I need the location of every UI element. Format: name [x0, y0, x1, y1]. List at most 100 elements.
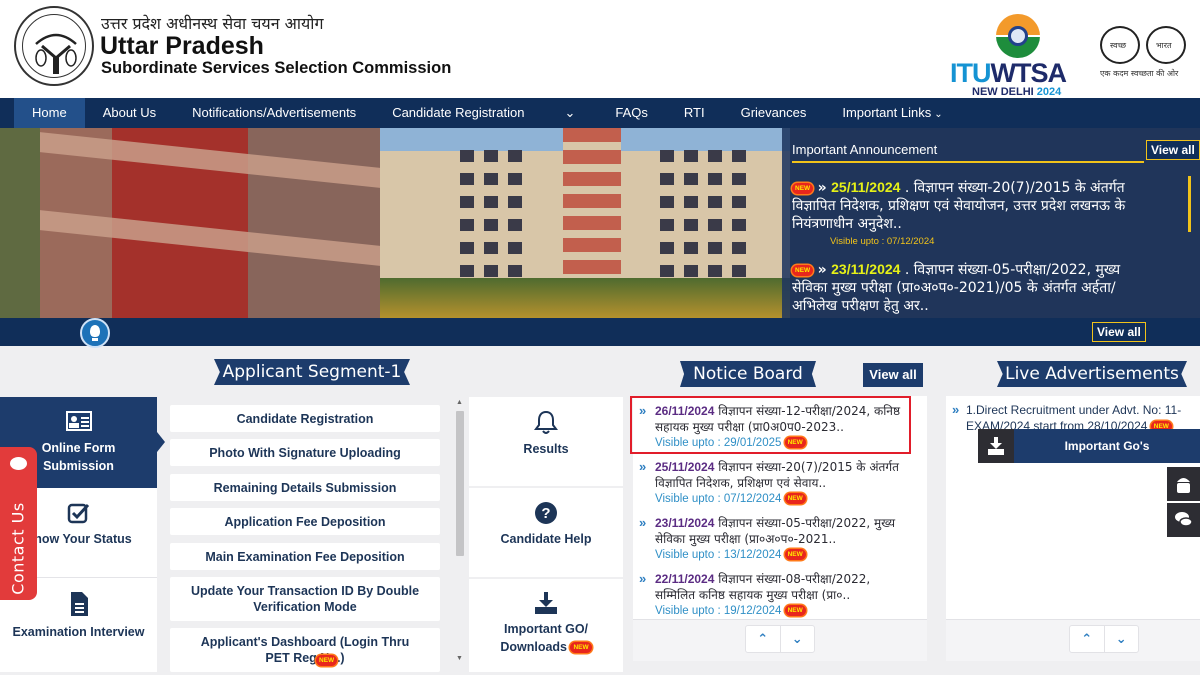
itu-city-year: NEW DELHI 2024	[972, 86, 1062, 98]
scroll-down-chevron-icon[interactable]: ⌄	[779, 626, 815, 652]
notice-line: » 22/11/2024 विज्ञापन संख्या-08-परीक्षा/2…	[639, 571, 909, 603]
new-badge-icon: NEW	[784, 549, 806, 561]
double-chevron-icon: »	[952, 402, 960, 417]
nav-important-links[interactable]: Important Links ⌄	[824, 98, 960, 128]
link-main-exam-fee[interactable]: Main Examination Fee Deposition	[170, 543, 440, 570]
scroll-down-chevron-icon[interactable]: ⌄	[1103, 626, 1139, 652]
up-government-emblem[interactable]	[14, 6, 94, 86]
building-window	[684, 265, 698, 277]
org-name: Uttar Pradesh	[100, 32, 264, 60]
svg-text:?: ?	[541, 505, 550, 522]
building-window	[484, 150, 498, 162]
link-candidate-registration[interactable]: Candidate Registration	[170, 405, 440, 432]
building-window	[460, 196, 474, 208]
building-window	[660, 242, 674, 254]
nav-rti[interactable]: RTI	[666, 98, 723, 128]
contact-us-tab[interactable]: Contact Us	[0, 447, 37, 600]
android-app-icon[interactable]	[1167, 467, 1200, 501]
building-window	[484, 219, 498, 231]
building-window	[684, 219, 698, 231]
tile-candidate-help[interactable]: ? Candidate Help	[469, 488, 623, 577]
announcement-line: NEW » 23/11/2024 . विज्ञापन संख्या-05-पर…	[792, 260, 1142, 315]
org-subtitle: Subordinate Services Selection Commissio…	[101, 59, 452, 77]
link-remaining-details[interactable]: Remaining Details Submission	[170, 474, 440, 501]
tile-label: Important GO/ Downloads NEW	[469, 620, 623, 656]
strip-view-all-button[interactable]: View all	[1092, 322, 1146, 342]
notice-line: » 23/11/2024 विज्ञापन संख्या-05-परीक्षा/2…	[639, 515, 909, 547]
link-applicant-dashboard[interactable]: Applicant's Dashboard (Login Thru PET Re…	[170, 628, 440, 672]
building-window	[460, 173, 474, 185]
notice-item[interactable]: » 22/11/2024 विज्ञापन संख्या-08-परीक्षा/2…	[639, 571, 909, 617]
download-icon	[978, 429, 1014, 463]
chevron-down-icon: ⌄	[934, 109, 943, 120]
building-window	[460, 219, 474, 231]
scroll-up-arrow-icon[interactable]: ▲	[456, 399, 463, 406]
nav-home[interactable]: Home	[14, 98, 85, 128]
new-badge-icon: NEW	[784, 493, 806, 505]
chat-icon[interactable]	[1167, 503, 1200, 537]
link-application-fee[interactable]: Application Fee Deposition	[170, 508, 440, 535]
links-scrollbar[interactable]: ▲ ▼	[454, 397, 466, 667]
notice-visible-upto: Visible upto : 19/12/2024 NEW	[655, 605, 909, 617]
nav-candidate-registration[interactable]: Candidate Registration	[374, 98, 542, 128]
building-band	[40, 132, 380, 188]
announcement-line: NEW » 25/11/2024 . विज्ञापन संख्या-20(7)…	[792, 178, 1142, 233]
notice-board-view-all-button[interactable]: View all	[863, 363, 923, 387]
announcement-title: Important Announcement	[792, 142, 938, 157]
tile-label: Results	[523, 442, 569, 456]
building-window	[660, 219, 674, 231]
link-photo-signature-upload[interactable]: Photo With Signature Uploading	[170, 439, 440, 466]
announcement-item[interactable]: NEW » 23/11/2024 . विज्ञापन संख्या-05-पर…	[792, 260, 1142, 315]
scroll-up-chevron-icon[interactable]: ⌃	[746, 626, 780, 652]
nav-more-chevron-down-icon[interactable]: ⌄	[542, 98, 597, 128]
nav-faqs[interactable]: FAQs	[597, 98, 666, 128]
nav-notifications[interactable]: Notifications/Advertisements	[174, 98, 374, 128]
announcement-date: 25/11/2024	[831, 179, 901, 195]
tile-results[interactable]: Results	[469, 397, 623, 486]
building-window	[732, 219, 746, 231]
bell-icon	[534, 410, 558, 434]
building-window	[508, 173, 522, 185]
scroll-up-chevron-icon[interactable]: ⌃	[1070, 626, 1104, 652]
link-update-transaction-id[interactable]: Update Your Transaction ID By Double Ver…	[170, 577, 440, 621]
itu-wtsa-logo[interactable]: ITUWTSA NEW DELHI 2024	[950, 12, 1086, 98]
quick-tiles: Results ? Candidate Help Important GO/ D…	[469, 397, 623, 672]
announcement-visible-upto: Visible upto : 07/12/2024	[830, 236, 935, 247]
building-window	[732, 150, 746, 162]
building-window	[708, 150, 722, 162]
notice-item[interactable]: » 23/11/2024 विज्ञापन संख्या-05-परीक्षा/2…	[639, 515, 909, 561]
building-window	[484, 173, 498, 185]
hero-image-red-building	[0, 128, 400, 318]
notice-date: 23/11/2024	[655, 516, 715, 530]
notice-board-title: Notice Board	[680, 361, 816, 387]
tile-important-go-downloads[interactable]: Important GO/ Downloads NEW	[469, 579, 623, 672]
scroll-down-arrow-icon[interactable]: ▼	[456, 655, 463, 662]
ashoka-chakra-icon	[1008, 26, 1028, 46]
announcement-view-all-button[interactable]: View all	[1146, 140, 1200, 160]
download-icon	[535, 592, 557, 614]
swachh-tagline: एक कदम स्वच्छता की ओर	[1100, 69, 1179, 78]
scrollbar-thumb[interactable]	[456, 411, 464, 556]
main-navbar: Home About Us Notifications/Advertisemen…	[0, 98, 1200, 128]
notice-item[interactable]: » 25/11/2024 विज्ञापन संख्या-20(7)/2015 क…	[639, 459, 909, 505]
building-window	[508, 242, 522, 254]
notice-line: » 25/11/2024 विज्ञापन संख्या-20(7)/2015 क…	[639, 459, 909, 491]
chat-bubble-icon	[10, 457, 27, 470]
nav-grievances[interactable]: Grievances	[723, 98, 825, 128]
swachh-bharat-logo[interactable]: स्वच्छ भारत एक कदम स्वच्छता की ओर	[1098, 16, 1200, 86]
building-window	[708, 173, 722, 185]
building-window	[508, 219, 522, 231]
important-announcement-panel: Important Announcement View all NEW » 25…	[782, 128, 1200, 318]
building-window	[460, 150, 474, 162]
notice-date: 25/11/2024	[655, 460, 715, 474]
announcement-item[interactable]: NEW » 25/11/2024 . विज्ञापन संख्या-20(7)…	[792, 178, 1142, 247]
nav-about-us[interactable]: About Us	[85, 98, 174, 128]
building-window	[460, 242, 474, 254]
announcement-scrollbar[interactable]	[1188, 176, 1191, 232]
important-gos-button[interactable]: Important Go's	[978, 429, 1200, 463]
live-advertisements-title: Live Advertisements	[997, 361, 1187, 387]
new-badge-icon: NEW	[784, 605, 806, 617]
lightbulb-icon[interactable]	[80, 318, 110, 348]
building-window	[708, 196, 722, 208]
building-window	[484, 242, 498, 254]
